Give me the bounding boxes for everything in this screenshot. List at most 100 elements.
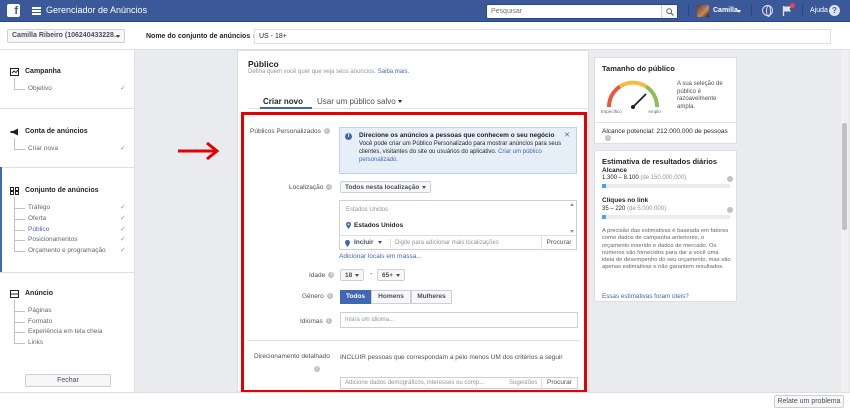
tree-branch bbox=[14, 240, 25, 241]
reach-bar bbox=[602, 184, 730, 188]
check-icon: ✓ bbox=[120, 145, 126, 152]
menu-icon[interactable] bbox=[32, 7, 41, 15]
tab-create-new[interactable]: Criar novo bbox=[263, 97, 303, 106]
ad-icon bbox=[10, 290, 19, 298]
user-name[interactable]: Camilla bbox=[713, 7, 738, 14]
account-selector[interactable]: Camilla Ribeiro (106240433228... bbox=[7, 29, 125, 43]
reach-total: (de 150.000.000) bbox=[640, 175, 687, 181]
sidebar-item-placements[interactable]: Posicionamentos bbox=[28, 236, 78, 243]
info-icon[interactable]: i bbox=[605, 135, 611, 142]
clicks-range: 35 – 220 (de 5.000.000) bbox=[602, 206, 666, 212]
gauge-left-label: Específico bbox=[601, 109, 622, 114]
chevron-down-icon bbox=[116, 35, 120, 38]
reach-range: 1.300 – 8.100 (de 150.000.000) bbox=[602, 175, 686, 181]
footer bbox=[0, 392, 850, 410]
avatar[interactable] bbox=[697, 5, 709, 17]
search-bar bbox=[486, 4, 678, 19]
audience-size-title: Tamanho do público bbox=[602, 64, 675, 73]
tree-line bbox=[14, 197, 15, 251]
clicks-bar bbox=[602, 215, 730, 219]
close-button[interactable]: Fechar bbox=[25, 374, 111, 387]
highlight-frame bbox=[241, 112, 587, 393]
check-icon: ✓ bbox=[120, 85, 126, 92]
divider bbox=[0, 108, 135, 109]
potential-reach: Alcance potencial: 212.000.000 de pessoa… bbox=[602, 128, 736, 142]
sidebar-item-traffic[interactable]: Tráfego bbox=[28, 204, 50, 211]
tab-bar: Criar novo Usar um público salvo bbox=[248, 95, 588, 109]
sidebar-item-format[interactable]: Formato bbox=[28, 318, 52, 325]
reach-value: 1.300 – 8.100 bbox=[602, 175, 639, 181]
adset-name-input[interactable]: US - 18+ bbox=[254, 29, 831, 44]
sidebar-item-objective[interactable]: Objetivo bbox=[28, 85, 52, 92]
tree-branch bbox=[14, 219, 25, 220]
scrollbar-thumb[interactable] bbox=[842, 123, 847, 230]
check-icon: ✓ bbox=[120, 215, 126, 222]
check-icon: ✓ bbox=[120, 236, 126, 243]
reach-bar-fill bbox=[602, 184, 606, 188]
sidebar-item-ad-account[interactable]: Conta de anúncios bbox=[25, 128, 88, 135]
tab-saved-audience-label: Usar um público salvo bbox=[317, 97, 396, 106]
globe-icon[interactable] bbox=[762, 5, 773, 17]
sidebar-item-audience[interactable]: Público bbox=[28, 226, 49, 233]
clicks-total: (de 5.000.000) bbox=[627, 206, 667, 212]
check-icon: ✓ bbox=[120, 226, 126, 233]
section-subtitle: Defina quem você quer que veja seus anún… bbox=[248, 69, 409, 75]
sidebar-item-offer[interactable]: Oferta bbox=[28, 215, 46, 222]
clicks-value: 35 – 220 bbox=[602, 206, 626, 212]
estimates-feedback-link[interactable]: Essas estimativas foram úteis? bbox=[602, 293, 689, 300]
tree-branch bbox=[14, 332, 25, 333]
tree-line bbox=[14, 78, 15, 89]
chevron-down-icon bbox=[397, 100, 402, 104]
reach-title: Alcance bbox=[602, 167, 627, 174]
active-tab-indicator bbox=[260, 107, 312, 109]
tree-branch bbox=[14, 322, 25, 323]
learn-more-link[interactable]: Saiba mais. bbox=[378, 69, 409, 75]
tree-branch bbox=[14, 311, 25, 312]
tree-branch bbox=[14, 89, 25, 90]
tab-saved-audience[interactable]: Usar um público salvo bbox=[317, 97, 402, 106]
sidebar-item-campaign[interactable]: Campanha bbox=[25, 68, 61, 75]
divider bbox=[595, 122, 736, 123]
audience-size-card: Tamanho do público Específico Amplo A su… bbox=[594, 57, 737, 144]
info-icon[interactable] bbox=[727, 207, 733, 213]
adset-name-label-text: Nome do conjunto de anúncios bbox=[146, 33, 251, 40]
sidebar-item-adset[interactable]: Conjunto de anúncios bbox=[25, 187, 99, 194]
facebook-logo-icon[interactable]: f bbox=[7, 4, 20, 17]
estimates-title: Estimativa de resultados diários bbox=[602, 157, 718, 166]
sidebar-item-ad[interactable]: Anúncio bbox=[25, 290, 53, 297]
divider bbox=[0, 272, 135, 273]
search-input[interactable] bbox=[487, 5, 657, 18]
sidebar-item-links[interactable]: Links bbox=[28, 339, 43, 346]
section-title: Público bbox=[248, 59, 279, 69]
campaign-icon bbox=[10, 68, 19, 76]
adset-name-label: Nome do conjunto de anúnciosi bbox=[146, 33, 260, 40]
report-problem-button[interactable]: Relate um problema bbox=[774, 395, 844, 408]
tree-line bbox=[14, 138, 15, 149]
subtitle-text: Defina quem você quer que veja seus anún… bbox=[248, 69, 377, 75]
sidebar-item-fullscreen[interactable]: Experiência em tela cheia bbox=[28, 328, 102, 335]
clicks-bar-fill bbox=[602, 215, 606, 219]
sidebar-item-budget[interactable]: Orçamento e programação bbox=[28, 247, 106, 254]
account-name: Camilla Ribeiro (106240433228... bbox=[12, 32, 120, 39]
estimates-disclaimer: A precisão das estimativas é baseada em … bbox=[602, 228, 731, 271]
help-icon[interactable]: ? bbox=[829, 5, 840, 16]
sub-header: Camilla Ribeiro (106240433228... Nome do… bbox=[0, 22, 850, 50]
tree-branch bbox=[14, 230, 25, 231]
sidebar: Campanha Objetivo ✓ Conta de anúncios Cr… bbox=[0, 50, 135, 392]
megaphone-icon bbox=[10, 128, 18, 136]
divider bbox=[802, 5, 803, 17]
check-icon: ✓ bbox=[120, 247, 126, 254]
app-title[interactable]: Gerenciador de Anúncios bbox=[46, 5, 147, 16]
search-button[interactable] bbox=[661, 5, 677, 18]
divider bbox=[688, 5, 689, 17]
gauge-right-label: Amplo bbox=[648, 109, 661, 114]
chevron-down-icon[interactable] bbox=[737, 10, 741, 13]
clicks-title: Cliques no link bbox=[602, 197, 649, 204]
info-icon[interactable] bbox=[727, 176, 733, 182]
sidebar-item-create-new[interactable]: Criar nova bbox=[28, 145, 58, 152]
active-section-indicator bbox=[0, 167, 2, 272]
help-link[interactable]: Ajuda bbox=[810, 7, 828, 14]
search-icon bbox=[666, 8, 674, 16]
sidebar-item-pages[interactable]: Páginas bbox=[28, 307, 52, 314]
check-icon: ✓ bbox=[120, 204, 126, 211]
